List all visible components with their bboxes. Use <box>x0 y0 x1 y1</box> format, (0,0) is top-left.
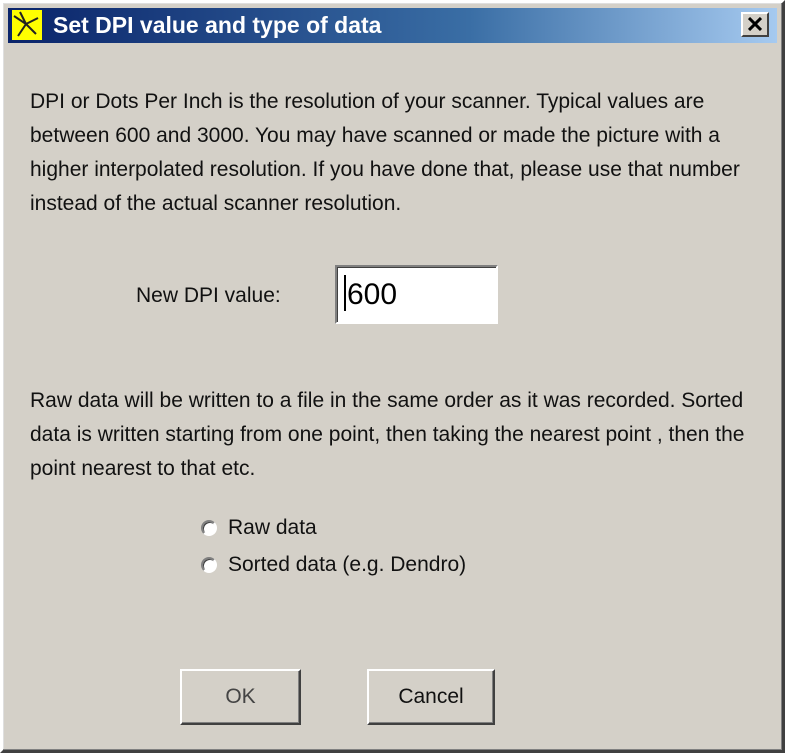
explanation-text: Raw data will be written to a file in th… <box>30 389 745 480</box>
sorted-data-radio[interactable] <box>201 557 217 573</box>
close-button[interactable] <box>741 12 769 37</box>
dpi-label: New DPI value: <box>136 284 281 307</box>
text-caret <box>344 275 346 311</box>
raw-data-radio[interactable] <box>201 520 217 536</box>
sorted-data-label: Sorted data (e.g. Dendro) <box>228 553 467 576</box>
app-logo-icon <box>12 10 42 40</box>
intro-text: DPI or Dots Per Inch is the resolution o… <box>30 90 740 215</box>
raw-data-option[interactable]: Raw data <box>201 512 317 544</box>
title-bar[interactable]: Set DPI value and type of data <box>8 8 777 43</box>
dpi-dialog: Set DPI value and type of data DPI or Do… <box>0 0 785 753</box>
raw-data-label: Raw data <box>228 516 317 539</box>
close-icon <box>748 17 762 31</box>
dialog-title: Set DPI value and type of data <box>53 12 382 38</box>
dpi-input[interactable] <box>335 265 498 324</box>
cancel-button[interactable]: Cancel <box>367 669 495 725</box>
ok-button[interactable]: OK <box>180 669 301 725</box>
sorted-data-option[interactable]: Sorted data (e.g. Dendro) <box>201 549 466 581</box>
